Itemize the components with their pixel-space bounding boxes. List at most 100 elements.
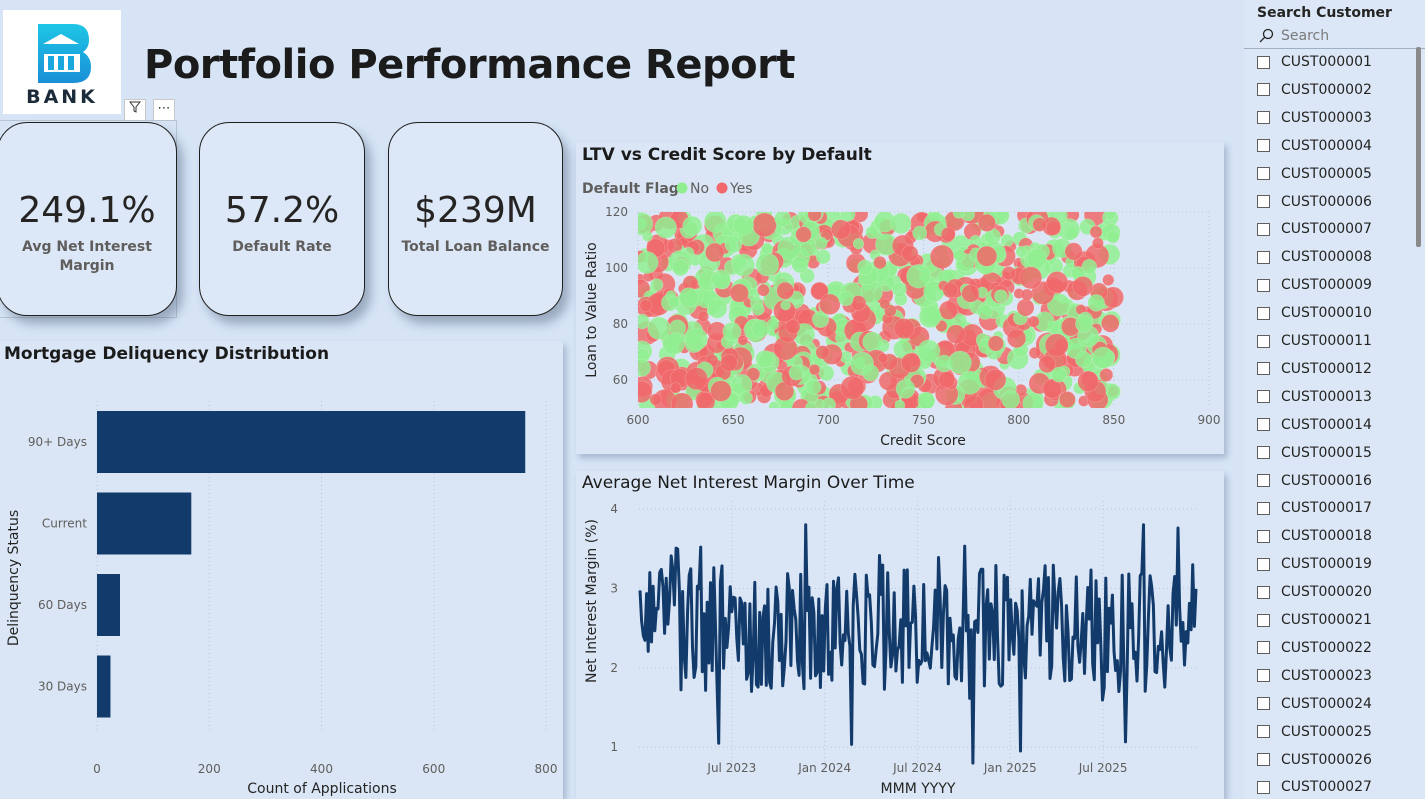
scatter-point-no[interactable] <box>805 401 817 413</box>
scatter-point-no[interactable] <box>1022 392 1044 414</box>
customer-item[interactable]: CUST000009 <box>1257 275 1372 295</box>
checkbox[interactable] <box>1257 418 1270 432</box>
scatter-point-yes[interactable] <box>815 345 830 360</box>
customer-item[interactable]: CUST000007 <box>1257 219 1372 239</box>
scatter-point-no[interactable] <box>751 319 770 338</box>
scatter-point-yes[interactable] <box>901 245 919 263</box>
customer-item[interactable]: CUST000011 <box>1257 331 1372 351</box>
scatter-point-no[interactable] <box>647 316 671 340</box>
checkbox[interactable] <box>1257 362 1270 376</box>
checkbox[interactable] <box>1257 250 1270 264</box>
scatter-point-no[interactable] <box>814 236 828 250</box>
scatter-point-no[interactable] <box>791 256 809 274</box>
scatter-point-no[interactable] <box>682 215 703 236</box>
scatter-point-no[interactable] <box>821 397 836 412</box>
scatter-point-no[interactable] <box>678 287 699 308</box>
scatter-point-yes[interactable] <box>1099 368 1114 382</box>
scatter-point-no[interactable] <box>654 216 677 239</box>
scatter-point-yes[interactable] <box>1044 333 1069 358</box>
scatter-point-no[interactable] <box>739 391 753 405</box>
scatter-point-yes[interactable] <box>938 300 959 320</box>
scatter-point-no[interactable] <box>891 282 907 298</box>
scatter-point-no[interactable] <box>671 258 690 277</box>
slicer-scrollbar[interactable] <box>1416 47 1421 247</box>
scatter-point-yes[interactable] <box>1077 370 1099 393</box>
ltv-scatter-panel[interactable]: LTV vs Credit Score by Default Default F… <box>576 142 1224 454</box>
scatter-point-no[interactable] <box>857 259 873 276</box>
scatter-point-no[interactable] <box>1092 346 1115 369</box>
customer-item[interactable]: CUST000003 <box>1257 108 1372 128</box>
scatter-point-yes[interactable] <box>1020 288 1034 301</box>
customer-item[interactable]: CUST000023 <box>1257 666 1372 686</box>
scatter-point-no[interactable] <box>890 212 912 235</box>
scatter-point-no[interactable] <box>630 212 654 236</box>
scatter-point-no[interactable] <box>894 399 906 410</box>
customer-item[interactable]: CUST000014 <box>1257 415 1372 435</box>
more-options-icon[interactable]: ⋯ <box>153 99 175 121</box>
scatter-point-yes[interactable] <box>1028 346 1041 359</box>
scatter-point-no[interactable] <box>1001 390 1021 408</box>
bar-90-days[interactable] <box>97 411 526 473</box>
scatter-point-no[interactable] <box>667 295 680 309</box>
scatter-point-no[interactable] <box>766 318 780 331</box>
scatter-point-no[interactable] <box>818 365 835 382</box>
scatter-point-yes[interactable] <box>752 212 777 238</box>
checkbox[interactable] <box>1257 390 1270 404</box>
scatter-point-yes[interactable] <box>1032 217 1047 232</box>
scatter-point-no[interactable] <box>1026 248 1047 269</box>
scatter-point-yes[interactable] <box>1019 266 1043 290</box>
bar-current[interactable] <box>97 492 192 555</box>
checkbox[interactable] <box>1257 753 1270 766</box>
scatter-point-yes[interactable] <box>1058 391 1076 408</box>
customer-item[interactable]: CUST000002 <box>1257 80 1372 100</box>
scatter-point-yes[interactable] <box>757 283 770 297</box>
bar-30-days[interactable] <box>97 655 111 718</box>
checkbox[interactable] <box>1257 446 1270 460</box>
checkbox[interactable] <box>1257 641 1270 655</box>
scatter-point-no[interactable] <box>953 249 966 262</box>
scatter-point-no[interactable] <box>780 299 791 311</box>
checkbox[interactable] <box>1257 697 1270 711</box>
scatter-point-yes[interactable] <box>1089 225 1103 239</box>
customer-item[interactable]: CUST000024 <box>1257 694 1372 714</box>
scatter-point-no[interactable] <box>840 207 856 222</box>
scatter-point-yes[interactable] <box>879 298 891 310</box>
filter-icon[interactable] <box>124 99 146 121</box>
scatter-point-no[interactable] <box>895 379 916 399</box>
scatter-point-no[interactable] <box>862 364 880 382</box>
scatter-point-yes[interactable] <box>840 375 865 400</box>
scatter-point-yes[interactable] <box>639 299 653 312</box>
delinquency-chart-panel[interactable]: Mortgage Deliquency Distribution 0 200 400… <box>0 341 563 799</box>
scatter-point-yes[interactable] <box>697 310 709 323</box>
scatter-point-no[interactable] <box>711 269 731 290</box>
checkbox[interactable] <box>1257 474 1270 487</box>
checkbox[interactable] <box>1257 334 1270 348</box>
search-box[interactable] <box>1244 26 1425 49</box>
customer-item[interactable]: CUST000017 <box>1257 498 1372 518</box>
scatter-point-yes[interactable] <box>795 226 812 243</box>
checkbox[interactable] <box>1257 111 1270 125</box>
scatter-point-yes[interactable] <box>685 367 708 391</box>
legend-label-yes[interactable]: Yes <box>729 181 753 197</box>
checkbox[interactable] <box>1257 139 1270 153</box>
scatter-point-yes[interactable] <box>940 226 956 242</box>
checkbox[interactable] <box>1257 83 1270 97</box>
scatter-point-no[interactable] <box>1106 230 1120 244</box>
checkbox[interactable] <box>1257 222 1270 236</box>
scatter-point-no[interactable] <box>732 214 754 236</box>
scatter-point-no[interactable] <box>852 238 865 250</box>
scatter-point-no[interactable] <box>755 350 774 369</box>
kpi-card-total-loan-balance[interactable]: $239M Total Loan Balance <box>388 122 563 316</box>
scatter-point-yes[interactable] <box>938 371 956 389</box>
customer-item[interactable]: CUST000004 <box>1257 136 1372 156</box>
customer-item[interactable]: CUST000019 <box>1257 554 1372 574</box>
bar-60-days[interactable] <box>97 574 121 636</box>
scatter-point-yes[interactable] <box>877 352 889 364</box>
scatter-point-yes[interactable] <box>929 244 955 269</box>
nim-line-panel[interactable]: Average Net Interest Margin Over Time 12… <box>576 471 1224 799</box>
scatter-point-yes[interactable] <box>893 318 915 339</box>
scatter-point-no[interactable] <box>1075 314 1093 333</box>
checkbox[interactable] <box>1257 55 1270 69</box>
scatter-point-yes[interactable] <box>976 245 998 267</box>
scatter-point-yes[interactable] <box>785 319 801 335</box>
